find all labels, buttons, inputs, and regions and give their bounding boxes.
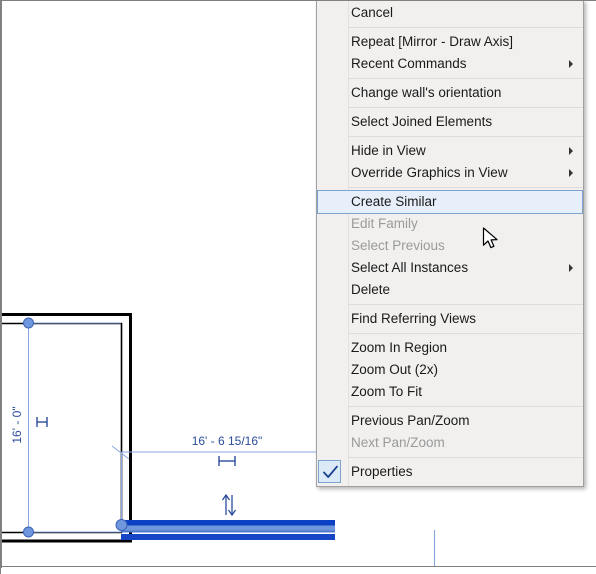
menu-item-label: Change wall's orientation: [351, 85, 502, 100]
menu-item-label: Select Joined Elements: [351, 114, 493, 129]
menu-separator: [348, 136, 583, 137]
menu-item-repeat-mirror-draw-axis[interactable]: Repeat [Mirror - Draw Axis]: [317, 31, 583, 53]
menu-item-zoom-in-region[interactable]: Zoom In Region: [317, 337, 583, 359]
menu-separator: [348, 457, 583, 458]
wall-bottom-selected: [121, 520, 335, 540]
menu-item-label: Select All Instances: [351, 260, 469, 275]
checkmark-icon: [318, 460, 341, 483]
menu-item-find-referring-views[interactable]: Find Referring Views: [317, 308, 583, 330]
submenu-arrow-icon: [569, 60, 573, 68]
menu-item-label: Delete: [351, 282, 391, 297]
menu-item-select-all-instances[interactable]: Select All Instances: [317, 257, 583, 279]
menu-item-delete[interactable]: Delete: [317, 279, 583, 301]
menu-item-label: Hide in View: [351, 143, 426, 158]
menu-item-label: Recent Commands: [351, 56, 467, 71]
menu-item-zoom-out-2x[interactable]: Zoom Out (2x): [317, 359, 583, 381]
menu-item-label: Zoom In Region: [351, 340, 448, 355]
horizontal-dimension-label: 16' - 6 15/16": [192, 434, 263, 448]
menu-item-create-similar[interactable]: Create Similar: [317, 190, 583, 214]
menu-item-label: Create Similar: [351, 194, 437, 209]
double-arrow-vertical-icon: [221, 493, 237, 517]
menu-item-label: Next Pan/Zoom: [351, 435, 445, 450]
menu-item-label: Cancel: [351, 5, 394, 20]
dimension-vertical-ticks: [36, 417, 48, 427]
grip-dot-icon: [23, 317, 34, 329]
menu-item-label: Zoom Out (2x): [351, 362, 439, 377]
dimension-vertical: [28, 322, 121, 533]
menu-item-label: Properties: [351, 464, 413, 479]
grip-dot-icon: [23, 526, 34, 538]
menu-item-label: Repeat [Mirror - Draw Axis]: [351, 34, 514, 49]
menu-item-label: Override Graphics in View: [351, 165, 508, 180]
vertical-dimension-label: 16' - 0": [10, 406, 24, 443]
menu-item-override-graphics-in-view[interactable]: Override Graphics in View: [317, 162, 583, 184]
menu-item-next-pan-zoom: Next Pan/Zoom: [317, 432, 583, 454]
menu-separator: [348, 333, 583, 334]
window-frame-bottom: [1, 566, 596, 567]
application-window: 16' - 0" 16' - 6 15/16" Cancel Repeat [Mi…: [0, 0, 596, 574]
menu-separator: [348, 27, 583, 28]
grip-dot-icon: [115, 519, 128, 531]
menu-separator: [348, 304, 583, 305]
menu-item-properties[interactable]: Properties: [317, 460, 583, 483]
menu-item-hide-in-view[interactable]: Hide in View: [317, 140, 583, 162]
window-frame-left: [1, 1, 2, 568]
menu-item-label: Edit Family: [351, 216, 418, 231]
menu-item-edit-family: Edit Family: [317, 213, 583, 235]
menu-separator: [348, 187, 583, 188]
context-menu[interactable]: Cancel Repeat [Mirror - Draw Axis] Recent …: [316, 1, 584, 487]
menu-item-label: Find Referring Views: [351, 311, 477, 326]
menu-item-select-previous: Select Previous: [317, 235, 583, 257]
menu-item-label: Select Previous: [351, 238, 445, 253]
menu-item-select-joined-elements[interactable]: Select Joined Elements: [317, 111, 583, 133]
menu-separator: [348, 107, 583, 108]
menu-item-cancel[interactable]: Cancel: [317, 2, 583, 24]
dimension-horizontal-ticks: [218, 456, 236, 466]
menu-item-recent-commands[interactable]: Recent Commands: [317, 53, 583, 75]
submenu-arrow-icon: [569, 264, 573, 272]
menu-separator: [348, 78, 583, 79]
submenu-arrow-icon: [569, 169, 573, 177]
submenu-arrow-icon: [569, 147, 573, 155]
menu-item-label: Previous Pan/Zoom: [351, 413, 470, 428]
menu-item-change-wall-s-orientation[interactable]: Change wall's orientation: [317, 82, 583, 104]
menu-separator: [348, 406, 583, 407]
menu-item-previous-pan-zoom[interactable]: Previous Pan/Zoom: [317, 410, 583, 432]
menu-item-label: Zoom To Fit: [351, 384, 423, 399]
menu-item-zoom-to-fit[interactable]: Zoom To Fit: [317, 381, 583, 403]
